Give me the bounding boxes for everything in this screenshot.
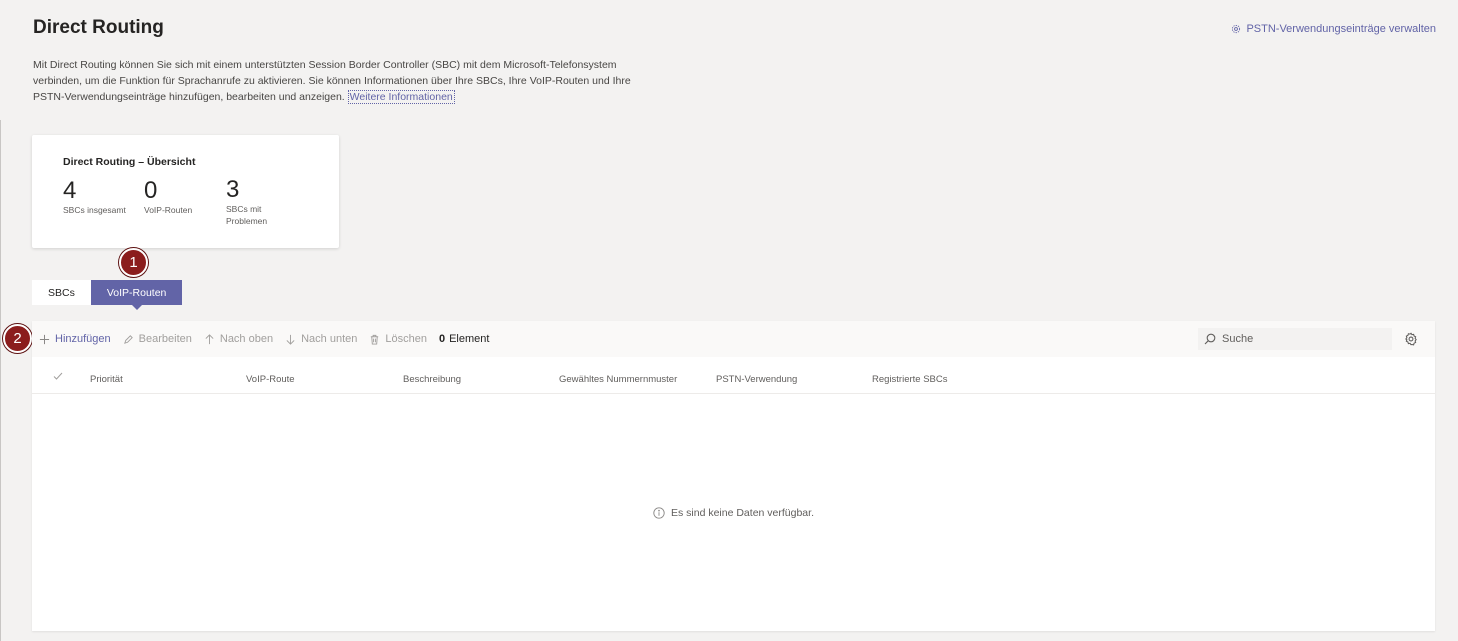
edit-button[interactable]: Bearbeiten xyxy=(123,333,192,345)
move-up-button[interactable]: Nach oben xyxy=(204,333,273,345)
move-down-button[interactable]: Nach unten xyxy=(285,333,357,345)
arrow-down-icon xyxy=(286,334,295,345)
page-description: Mit Direct Routing können Sie sich mit e… xyxy=(33,57,653,105)
left-border xyxy=(0,120,1,641)
callout-badge-2: 2 xyxy=(3,324,32,353)
routes-table: Priorität VoIP-Route Beschreibung Gewähl… xyxy=(32,357,1435,631)
edit-button-label: Bearbeiten xyxy=(138,333,192,345)
add-button-label: Hinzufügen xyxy=(55,333,111,345)
overview-card: Direct Routing – Übersicht 4 SBCs insges… xyxy=(32,135,339,248)
tab-voip-routes[interactable]: VoIP-Routen xyxy=(90,280,183,310)
checkmark-icon[interactable] xyxy=(53,371,63,381)
item-count: 0 Element xyxy=(439,333,489,345)
overview-title: Direct Routing – Übersicht xyxy=(63,156,196,168)
empty-state-text: Es sind keine Daten verfügbar. xyxy=(670,507,814,519)
voip-routes-panel: Hinzufügen Bearbeiten Nach oben Nach unt… xyxy=(32,321,1435,631)
plus-icon xyxy=(39,334,50,344)
delete-button-label: Löschen xyxy=(385,333,427,345)
column-header-registered-sbcs[interactable]: Registrierte SBCs xyxy=(872,374,948,385)
delete-button[interactable]: Löschen xyxy=(369,333,427,345)
info-icon xyxy=(653,507,665,519)
move-down-button-label: Nach unten xyxy=(301,333,358,345)
add-button[interactable]: Hinzufügen xyxy=(39,333,111,345)
metric-total-sbcs: 4 SBCs insgesamt xyxy=(63,178,126,216)
column-header-pstn-usage[interactable]: PSTN-Verwendung xyxy=(716,374,797,385)
metric-label-line2: Problemen xyxy=(226,216,268,226)
empty-state: Es sind keine Daten verfügbar. xyxy=(32,507,1435,519)
page-title: Direct Routing xyxy=(33,17,164,38)
column-header-priority[interactable]: Priorität xyxy=(90,374,123,385)
item-count-value: 0 xyxy=(438,333,446,345)
callout-badge-1: 1 xyxy=(119,248,148,277)
column-header-voip-route[interactable]: VoIP-Route xyxy=(246,374,295,385)
manage-pstn-usage-label: PSTN-Verwendungseinträge verwalten xyxy=(1246,23,1436,35)
move-up-button-label: Nach oben xyxy=(219,333,274,345)
metric-label: VoIP-Routen xyxy=(144,205,193,215)
search-box xyxy=(1198,328,1392,350)
gear-icon xyxy=(1232,24,1241,34)
metric-sbcs-with-issues: 3 SBCs mit Problemen xyxy=(226,177,267,227)
arrow-up-icon xyxy=(205,333,214,344)
search-input[interactable] xyxy=(1222,333,1382,345)
column-header-description[interactable]: Beschreibung xyxy=(403,374,461,385)
more-info-link[interactable]: Weitere Informationen xyxy=(347,90,455,104)
metric-label: SBCs insgesamt xyxy=(63,205,126,215)
metric-value: 0 xyxy=(144,177,158,204)
item-count-label: Element xyxy=(449,333,490,345)
metric-voip-routes: 0 VoIP-Routen xyxy=(144,178,192,216)
metric-value: 3 xyxy=(226,176,240,203)
tab-sbcs[interactable]: SBCs xyxy=(32,280,91,305)
settings-icon[interactable] xyxy=(1404,332,1418,346)
manage-pstn-usage-link[interactable]: PSTN-Verwendungseinträge verwalten xyxy=(1231,23,1436,35)
tab-bar: SBCs VoIP-Routen xyxy=(32,280,183,310)
metric-value: 4 xyxy=(63,177,77,204)
column-header-dialed-number-pattern[interactable]: Gewähltes Nummernmuster xyxy=(559,374,677,385)
description-text: Mit Direct Routing können Sie sich mit e… xyxy=(33,59,631,103)
table-header: Priorität VoIP-Route Beschreibung Gewähl… xyxy=(32,357,1435,394)
search-icon xyxy=(1204,333,1216,345)
pencil-icon xyxy=(123,334,133,344)
trash-icon xyxy=(371,334,379,345)
metric-label-line1: SBCs mit xyxy=(226,204,262,214)
